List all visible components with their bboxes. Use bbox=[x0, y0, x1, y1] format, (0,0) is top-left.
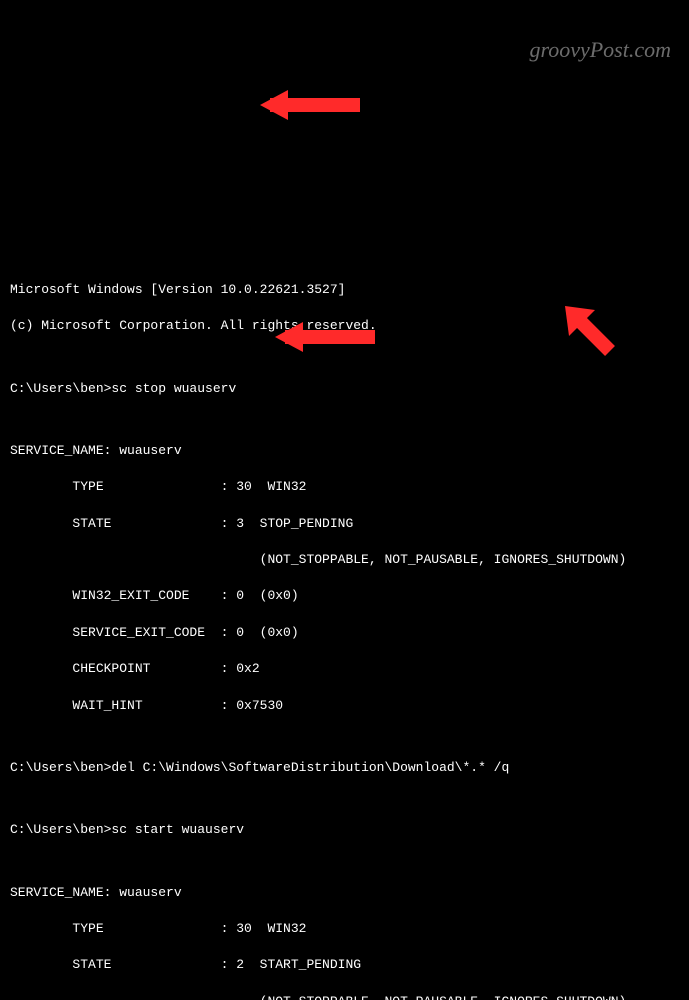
command-line-3[interactable]: C:\Users\ben>sc start wuauserv bbox=[10, 821, 679, 839]
service-name-line: SERVICE_NAME: wuauserv bbox=[10, 442, 679, 460]
prompt-text: C:\Users\ben> bbox=[10, 381, 111, 396]
output-state-flags: (NOT_STOPPABLE, NOT_PAUSABLE, IGNORES_SH… bbox=[10, 993, 679, 1000]
command-line-2[interactable]: C:\Users\ben>del C:\Windows\SoftwareDist… bbox=[10, 759, 679, 777]
prompt-text: C:\Users\ben> bbox=[10, 822, 111, 837]
watermark-text: groovyPost.com bbox=[529, 35, 671, 66]
command-text: del C:\Windows\SoftwareDistribution\Down… bbox=[111, 760, 509, 775]
output-service-exit: SERVICE_EXIT_CODE : 0 (0x0) bbox=[10, 624, 679, 642]
output-checkpoint: CHECKPOINT : 0x2 bbox=[10, 660, 679, 678]
prompt-text: C:\Users\ben> bbox=[10, 760, 111, 775]
output-win32-exit: WIN32_EXIT_CODE : 0 (0x0) bbox=[10, 587, 679, 605]
arrow-annotation-3 bbox=[275, 282, 385, 375]
output-state: STATE : 3 STOP_PENDING bbox=[10, 515, 679, 533]
arrow-annotation-2 bbox=[555, 260, 625, 385]
arrow-annotation-1 bbox=[260, 50, 370, 143]
output-state-flags: (NOT_STOPPABLE, NOT_PAUSABLE, IGNORES_SH… bbox=[10, 551, 679, 569]
service-name-line: SERVICE_NAME: wuauserv bbox=[10, 884, 679, 902]
output-type: TYPE : 30 WIN32 bbox=[10, 478, 679, 496]
output-waithint: WAIT_HINT : 0x7530 bbox=[10, 697, 679, 715]
output-state: STATE : 2 START_PENDING bbox=[10, 956, 679, 974]
command-text: sc start wuauserv bbox=[111, 822, 244, 837]
command-text: sc stop wuauserv bbox=[111, 381, 236, 396]
output-type: TYPE : 30 WIN32 bbox=[10, 920, 679, 938]
